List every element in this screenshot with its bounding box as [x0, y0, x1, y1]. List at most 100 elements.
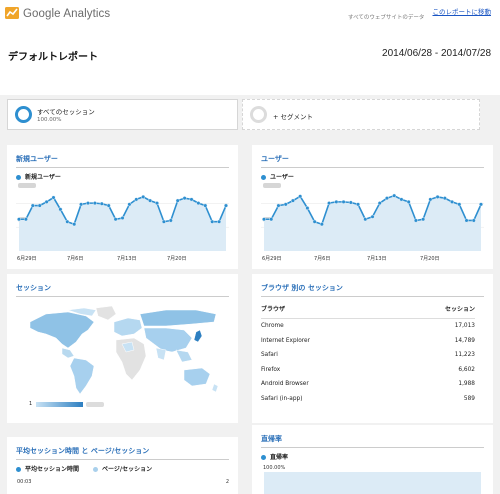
table-row[interactable]: Internet Explorer 14,789: [261, 334, 475, 349]
table-row[interactable]: Android Browser 1,988: [261, 377, 475, 392]
dashboard-content: 新規ユーザー 新規ユーザー 6月29日 7月6日 7月13日 7月20日 ユーザ…: [0, 140, 500, 494]
date-range-picker[interactable]: 2014/06/28 - 2014/07/28: [382, 48, 491, 59]
data-point: [17, 217, 21, 222]
data-point: [457, 202, 462, 207]
avg-session-legend: 平均セッション時間 ページ/セッション: [16, 464, 152, 473]
session-count: 6,602: [458, 366, 475, 373]
app-logo-text: Google Analytics: [23, 8, 111, 20]
data-point: [464, 218, 469, 223]
data-point: [44, 199, 49, 204]
region-asia[interactable]: [143, 327, 193, 353]
data-point: [203, 203, 208, 208]
data-point: [210, 219, 215, 224]
legend-label: 平均セッション時間: [25, 466, 80, 473]
region-europe[interactable]: [113, 317, 143, 337]
region-greenland[interactable]: [95, 305, 117, 321]
data-point: [377, 201, 382, 206]
avg-session-card: 平均セッション時間 と ページ/セッション 平均セッション時間 ページ/セッション…: [7, 437, 238, 494]
browser-name: Safari (in-app): [261, 395, 303, 402]
region-central-america[interactable]: [61, 347, 75, 359]
data-point: [182, 196, 187, 201]
table-row[interactable]: Chrome 17,013: [261, 319, 475, 334]
legend-label: 直帰率: [270, 454, 289, 461]
series-dot-icon: [261, 175, 266, 180]
x-tick-label: 7月20日: [420, 256, 440, 262]
region-australia[interactable]: [183, 367, 211, 387]
region-north-america[interactable]: [29, 311, 95, 349]
data-point: [168, 218, 173, 223]
data-point: [341, 199, 346, 204]
users-card: ユーザー ユーザー 6月29日 7月6日 7月13日 7月20日: [252, 145, 493, 269]
region-southeast-asia[interactable]: [175, 349, 193, 363]
new-users-card: 新規ユーザー 新規ユーザー 6月29日 7月6日 7月13日 7月20日: [7, 145, 238, 269]
region-south-america[interactable]: [69, 357, 95, 395]
series-dot-icon: [16, 175, 21, 180]
page-title: デフォルトレポート: [8, 52, 98, 63]
region-new-zealand[interactable]: [211, 383, 219, 393]
users-title[interactable]: ユーザー: [261, 154, 289, 164]
legend-label: ユーザー: [270, 174, 294, 181]
session-count: 14,789: [454, 337, 475, 344]
data-point: [327, 201, 332, 206]
sessions-title[interactable]: セッション: [16, 283, 51, 293]
go-to-report-link[interactable]: このレポートに移動: [433, 6, 492, 16]
data-point: [175, 198, 180, 203]
divider: [16, 167, 229, 168]
x-tick-label: 7月6日: [67, 256, 84, 262]
data-point: [120, 216, 125, 221]
new-users-legend: 新規ユーザー: [16, 172, 61, 181]
bounce-rate-legend: 直帰率: [261, 452, 288, 461]
users-chart[interactable]: [261, 183, 484, 251]
region-india[interactable]: [155, 347, 167, 361]
data-point: [356, 202, 361, 207]
divider: [261, 167, 484, 168]
data-point: [305, 206, 310, 211]
data-point: [478, 202, 483, 207]
new-users-title[interactable]: 新規ユーザー: [16, 154, 58, 164]
world-map[interactable]: [16, 304, 229, 398]
table-row[interactable]: Safari 11,223: [261, 348, 475, 363]
session-count: 1,988: [458, 381, 475, 387]
data-point: [65, 219, 70, 224]
data-point: [134, 197, 139, 202]
browsers-card: ブラウザ 別の セッション ブラウザ セッション Chrome 17,013 In…: [252, 274, 493, 423]
map-legend-min: 1: [29, 401, 33, 407]
data-point: [161, 219, 166, 224]
data-point: [269, 217, 274, 222]
table-row[interactable]: Safari (in-app) 589: [261, 392, 475, 407]
region-russia[interactable]: [139, 309, 217, 327]
data-point: [51, 195, 56, 200]
browser-name: Firefox: [261, 366, 281, 373]
session-count: 589: [463, 395, 475, 402]
data-point: [85, 201, 90, 206]
data-point: [113, 217, 118, 222]
data-point: [283, 202, 288, 207]
x-tick-label: 6月29日: [262, 256, 282, 262]
data-scope-label: すべてのウェブサイトのデータ: [348, 15, 425, 21]
data-point: [23, 217, 28, 222]
new-users-chart[interactable]: [16, 183, 229, 251]
data-point: [262, 217, 266, 222]
y-axis-left-label: 00:03: [17, 479, 32, 485]
data-point: [92, 201, 97, 206]
bounce-rate-card: 直帰率 直帰率 100.00%: [252, 425, 493, 494]
data-point: [363, 217, 368, 222]
data-point: [298, 194, 303, 199]
data-point: [428, 197, 433, 202]
session-count: 17,013: [454, 323, 475, 329]
add-segment-button[interactable]: + セグメント: [242, 99, 480, 130]
segment-all-sessions[interactable]: すべてのセッション 100.00%: [7, 99, 238, 130]
bounce-rate-chart[interactable]: [261, 472, 484, 494]
browsers-title[interactable]: ブラウザ 別の セッション: [261, 283, 343, 293]
data-point: [442, 196, 447, 201]
data-point: [106, 203, 111, 208]
avg-session-title[interactable]: 平均セッション時間 と ページ/セッション: [16, 446, 149, 456]
x-tick-label: 7月13日: [367, 256, 387, 262]
x-tick-label: 6月29日: [17, 256, 37, 262]
data-point: [154, 201, 159, 206]
data-point: [196, 201, 201, 206]
region-japan[interactable]: [193, 329, 203, 343]
table-row[interactable]: Firefox 6,602: [261, 363, 475, 378]
bounce-rate-title[interactable]: 直帰率: [261, 434, 282, 444]
data-point: [79, 202, 84, 207]
